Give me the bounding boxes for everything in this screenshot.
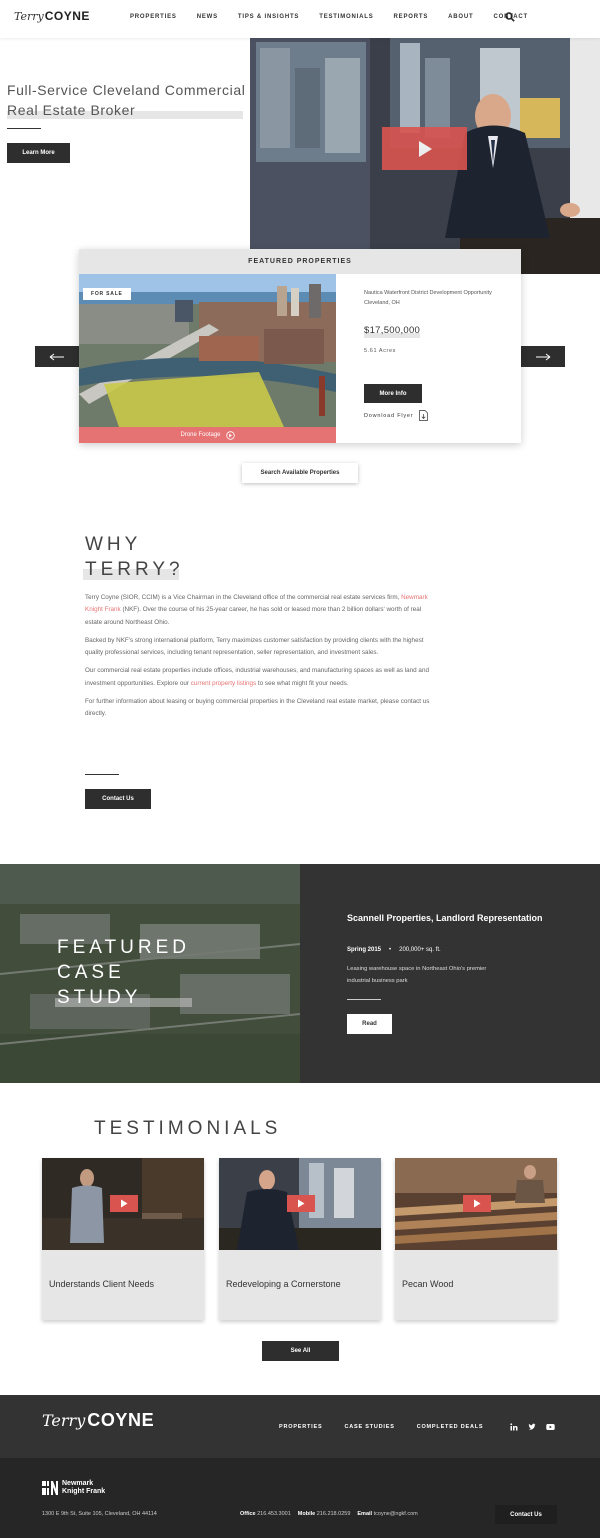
paragraph: Terry Coyne (SIOR, CCIM) is a Vice Chair…	[85, 594, 428, 626]
footer-bottom	[0, 1458, 600, 1538]
social-links	[510, 1423, 555, 1431]
paragraph: Our commercial real estate properties in…	[85, 667, 429, 687]
youtube-icon[interactable]	[546, 1423, 555, 1431]
property-name[interactable]: Nautica Waterfront District Development …	[364, 289, 514, 299]
why-terry-title: WHY TERRY?	[85, 534, 184, 580]
property-price: $17,500,000	[364, 325, 421, 336]
play-icon	[474, 1199, 481, 1208]
play-button[interactable]	[463, 1195, 491, 1212]
hero-video[interactable]	[250, 38, 600, 274]
read-button[interactable]: Read	[347, 1014, 392, 1034]
case-study-size: 200,000+ sq. ft.	[399, 947, 441, 953]
see-all-button[interactable]: See All	[262, 1341, 339, 1361]
featured-heading: FEATURED PROPERTIES	[79, 249, 521, 274]
divider	[347, 999, 381, 1000]
testimonial-card[interactable]: Redeveloping a Cornerstone	[219, 1158, 381, 1320]
testimonial-label: Redeveloping a Cornerstone	[226, 1279, 341, 1289]
email-link[interactable]: tcoyne@ngkf.com	[374, 1511, 418, 1517]
download-flyer-label: Download Flyer	[364, 412, 414, 419]
drone-footage-link[interactable]: Drone Footage	[79, 427, 336, 443]
next-arrow-button[interactable]	[521, 346, 565, 367]
testimonial-card[interactable]: Understands Client Needs	[42, 1158, 204, 1320]
property-listings-link[interactable]: current property listings	[191, 680, 256, 687]
footer-contact-info: Office 216.453.3001 Mobile 216.218.0259 …	[240, 1511, 418, 1517]
divider	[85, 774, 119, 775]
footer-contact-button[interactable]: Contact Us	[495, 1505, 557, 1524]
play-button[interactable]	[110, 1195, 138, 1212]
testimonial-card[interactable]: Pecan Wood	[395, 1158, 557, 1320]
testimonial-label: Pecan Wood	[402, 1279, 454, 1289]
arrow-right-icon	[536, 353, 551, 360]
nkf-logo[interactable]: Newmark Knight Frank	[42, 1480, 105, 1496]
property-acres: 5.61 Acres	[364, 348, 396, 354]
search-properties-button[interactable]: Search Available Properties	[242, 463, 358, 483]
search-icon[interactable]	[505, 12, 515, 22]
footer-nav-properties[interactable]: PROPERTIES	[279, 1424, 322, 1430]
site-logo[interactable]: Terry COYNE	[14, 9, 90, 23]
arrow-left-icon	[49, 353, 64, 360]
play-button[interactable]	[287, 1195, 315, 1212]
play-icon	[418, 140, 432, 157]
footer-nav: PROPERTIES CASE STUDIES COMPLETED DEALS	[279, 1424, 505, 1430]
nav-about[interactable]: ABOUT	[448, 14, 473, 20]
paragraph: Backed by NKF's strong international pla…	[85, 636, 424, 657]
property-details: Nautica Waterfront District Development …	[364, 289, 514, 308]
nav-testimonials[interactable]: TESTIMONIALS	[319, 14, 373, 20]
more-info-button[interactable]: More Info	[364, 384, 422, 403]
footer-nav-case-studies[interactable]: CASE STUDIES	[344, 1424, 394, 1430]
footer-nav-completed-deals[interactable]: COMPLETED DEALS	[417, 1424, 484, 1430]
main-nav: PROPERTIES NEWS TIPS & INSIGHTS TESTIMON…	[130, 14, 548, 20]
nav-news[interactable]: NEWS	[197, 14, 218, 20]
why-terry-body: Terry Coyne (SIOR, CCIM) is a Vice Chair…	[85, 592, 430, 727]
twitter-icon[interactable]	[528, 1423, 536, 1431]
hero-title: Full-Service Cleveland Commercial Real E…	[7, 82, 246, 118]
case-study-name: Scannell Properties, Landlord Representa…	[347, 913, 543, 923]
play-icon	[298, 1199, 305, 1208]
download-flyer-link[interactable]: Download Flyer	[364, 410, 429, 421]
drone-footage-label: Drone Footage	[180, 432, 221, 438]
learn-more-button[interactable]: Learn More	[7, 143, 70, 163]
prev-arrow-button[interactable]	[35, 346, 79, 367]
drone-icon	[225, 430, 235, 440]
contact-us-button[interactable]: Contact Us	[85, 789, 151, 809]
office-phone[interactable]: 216.453.3001	[257, 1511, 291, 1517]
linkedin-icon[interactable]	[510, 1423, 518, 1431]
nkf-logo-mark	[42, 1481, 58, 1495]
price-wrap: $17,500,000	[364, 325, 421, 338]
nav-properties[interactable]: PROPERTIES	[130, 14, 177, 20]
testimonials-title: TESTIMONIALS	[94, 1118, 282, 1139]
separator: •	[389, 947, 392, 953]
document-icon	[419, 410, 429, 421]
play-button[interactable]	[382, 127, 467, 170]
play-icon	[121, 1199, 128, 1208]
paragraph: For further information about leasing or…	[85, 698, 430, 718]
footer-logo[interactable]: Terry COYNE	[42, 1410, 154, 1431]
case-study-description: Leasing warehouse space in Northeast Ohi…	[347, 966, 487, 984]
property-location: Cleveland, OH	[364, 299, 400, 306]
testimonial-label: Understands Client Needs	[49, 1279, 155, 1289]
footer-address: 1300 E 9th St, Suite 105, Cleveland, OH …	[42, 1511, 157, 1517]
case-study-meta: Spring 2015 • 200,000+ sq. ft.	[347, 947, 441, 953]
site-header: Terry COYNE PROPERTIES NEWS TIPS & INSIG…	[0, 0, 600, 38]
for-sale-badge: FOR SALE	[83, 288, 131, 300]
divider	[7, 128, 41, 129]
mobile-phone[interactable]: 216.218.0259	[317, 1511, 351, 1517]
case-study-year: Spring 2015	[347, 947, 382, 953]
case-study-title: FEATURED CASE STUDY	[57, 937, 190, 1008]
featured-property-card: FEATURED PROPERTIES FOR SALE Drone Foota…	[79, 249, 521, 443]
nav-reports[interactable]: REPORTS	[394, 14, 429, 20]
nav-tips-insights[interactable]: TIPS & INSIGHTS	[238, 14, 299, 20]
